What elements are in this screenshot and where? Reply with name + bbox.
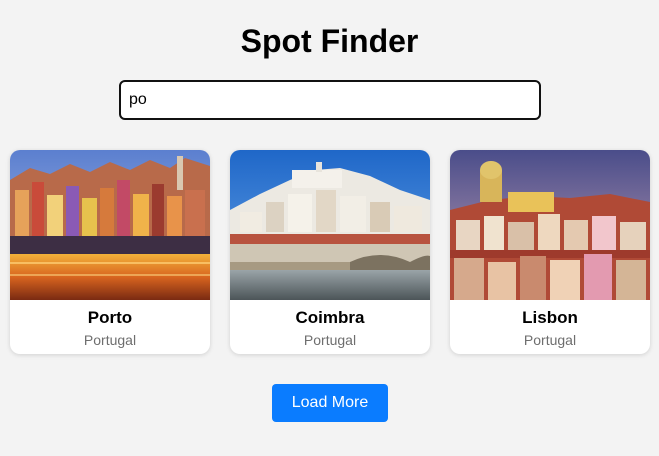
load-more-button[interactable]: Load More (272, 384, 388, 422)
lisbon-photo (450, 150, 650, 300)
result-card-lisbon[interactable]: Lisbon Portugal (450, 150, 650, 354)
card-title: Coimbra (295, 308, 365, 327)
results-grid: Porto Portugal Coimbra Portugal Lisbon P… (10, 150, 650, 354)
result-card-porto[interactable]: Porto Portugal (10, 150, 210, 354)
coimbra-photo (230, 150, 430, 300)
card-subtitle: Portugal (523, 332, 577, 348)
page-title: Spot Finder (240, 23, 419, 59)
search-input[interactable] (119, 80, 541, 120)
porto-photo (10, 150, 210, 300)
card-title: Porto (87, 308, 133, 327)
result-card-coimbra[interactable]: Coimbra Portugal (230, 150, 430, 354)
page: Spot Finder po Porto Portugal Coimbra Po… (0, 0, 659, 456)
card-subtitle: Portugal (83, 332, 137, 348)
search-bar (119, 80, 541, 120)
card-subtitle: Portugal (303, 332, 357, 348)
card-title: Lisbon (522, 308, 578, 327)
